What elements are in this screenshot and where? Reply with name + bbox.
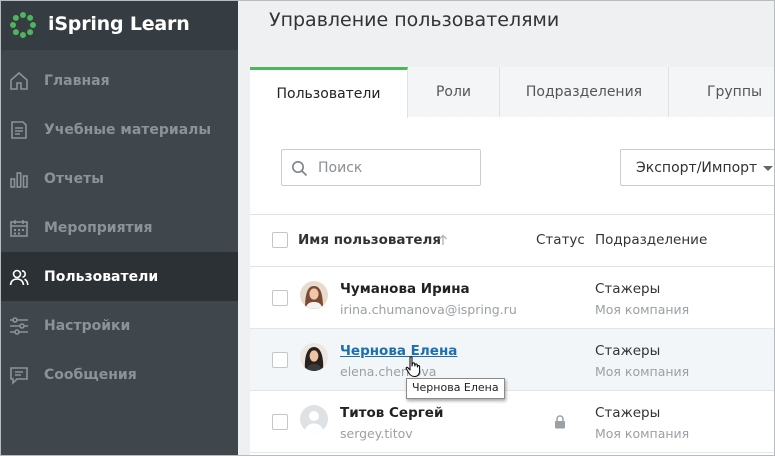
search-input[interactable] bbox=[318, 156, 473, 180]
page-title: Управление пользователями bbox=[269, 9, 560, 31]
tab-bar: Пользователи Роли Подразделения Группы bbox=[250, 67, 775, 118]
sidebar-item-label: Мероприятия bbox=[44, 219, 153, 236]
row-checkbox[interactable] bbox=[272, 352, 288, 368]
sidebar-item-users[interactable]: Пользователи bbox=[0, 252, 238, 301]
row-checkbox[interactable] bbox=[272, 290, 288, 306]
select-all-checkbox[interactable] bbox=[272, 232, 288, 248]
users-panel: Пользователи Роли Подразделения Группы Э… bbox=[250, 67, 775, 456]
sidebar-item-label: Сообщения bbox=[44, 366, 137, 383]
ispring-logo-icon bbox=[10, 12, 36, 38]
export-import-button[interactable]: Экспорт/Импорт bbox=[620, 149, 775, 186]
tab-roles[interactable]: Роли bbox=[408, 67, 500, 117]
user-department: Стажеры bbox=[595, 343, 661, 359]
sidebar-item-label: Отчеты bbox=[44, 170, 104, 187]
tab-departments[interactable]: Подразделения bbox=[500, 67, 669, 117]
lock-icon bbox=[555, 415, 565, 429]
user-name-link[interactable]: Чернова Елена bbox=[340, 343, 457, 359]
sidebar-item-learning-materials[interactable]: Учебные материалы bbox=[0, 105, 238, 154]
sidebar-item-messages[interactable]: Сообщения bbox=[0, 350, 238, 399]
user-name-link[interactable]: Чуманова Ирина bbox=[340, 281, 470, 297]
logo-text: iSpring Learn bbox=[48, 13, 190, 35]
column-header-department: Подразделение bbox=[595, 232, 708, 248]
search-icon bbox=[292, 161, 308, 177]
user-email: sergey.titov bbox=[340, 426, 413, 441]
user-company: Моя компания bbox=[595, 302, 690, 317]
table-row[interactable]: Чернова Елена elena.chernova Стажеры Моя… bbox=[250, 329, 775, 391]
tab-groups[interactable]: Группы bbox=[669, 67, 775, 117]
sidebar-item-label: Пользователи bbox=[44, 268, 159, 285]
main-content: Управление пользователями Пользователи Р… bbox=[238, 0, 775, 456]
settings-sliders-icon bbox=[10, 317, 28, 335]
sidebar: iSpring Learn Главная Учебные материалы … bbox=[0, 0, 238, 456]
reports-icon bbox=[10, 172, 28, 188]
sidebar-item-label: Настройки bbox=[44, 317, 131, 334]
user-name-tooltip: Чернова Елена bbox=[406, 378, 505, 399]
column-header-name[interactable]: Имя пользователя bbox=[298, 232, 441, 248]
sidebar-item-events[interactable]: Мероприятия bbox=[0, 203, 238, 252]
table-row[interactable]: Чуманова Ирина irina.chumanova@ispring.r… bbox=[250, 267, 775, 329]
sidebar-item-reports[interactable]: Отчеты bbox=[0, 154, 238, 203]
users-icon bbox=[9, 269, 29, 286]
chevron-down-icon bbox=[763, 166, 773, 171]
user-company: Моя компания bbox=[595, 364, 690, 379]
table-header: Имя пользователя Статус Подразделение bbox=[250, 214, 775, 267]
table-row[interactable]: Титов Сергей sergey.titov Стажеры Моя ко… bbox=[250, 391, 775, 453]
hand-pointer-cursor-icon bbox=[405, 356, 421, 378]
avatar bbox=[300, 343, 328, 371]
sidebar-item-label: Учебные материалы bbox=[44, 121, 212, 138]
tab-users[interactable]: Пользователи bbox=[250, 67, 408, 118]
calendar-icon bbox=[10, 220, 28, 237]
search-box bbox=[281, 149, 481, 186]
user-department: Стажеры bbox=[595, 281, 661, 297]
user-email: irina.chumanova@ispring.ru bbox=[340, 302, 517, 317]
learning-materials-icon bbox=[11, 121, 27, 139]
messages-icon bbox=[10, 367, 28, 385]
sidebar-item-label: Главная bbox=[44, 72, 110, 89]
user-name-link[interactable]: Титов Сергей bbox=[340, 405, 443, 421]
avatar bbox=[300, 405, 328, 433]
avatar bbox=[300, 281, 328, 309]
user-department: Стажеры bbox=[595, 405, 661, 421]
user-company: Моя компания bbox=[595, 426, 690, 441]
column-header-status: Статус bbox=[536, 232, 585, 248]
row-checkbox[interactable] bbox=[272, 414, 288, 430]
sidebar-item-home[interactable]: Главная bbox=[0, 56, 238, 105]
export-import-label: Экспорт/Импорт bbox=[636, 160, 758, 176]
sort-ascending-icon[interactable] bbox=[438, 234, 448, 246]
logo-bar: iSpring Learn bbox=[0, 0, 238, 50]
sidebar-item-settings[interactable]: Настройки bbox=[0, 301, 238, 350]
home-icon bbox=[10, 71, 28, 90]
